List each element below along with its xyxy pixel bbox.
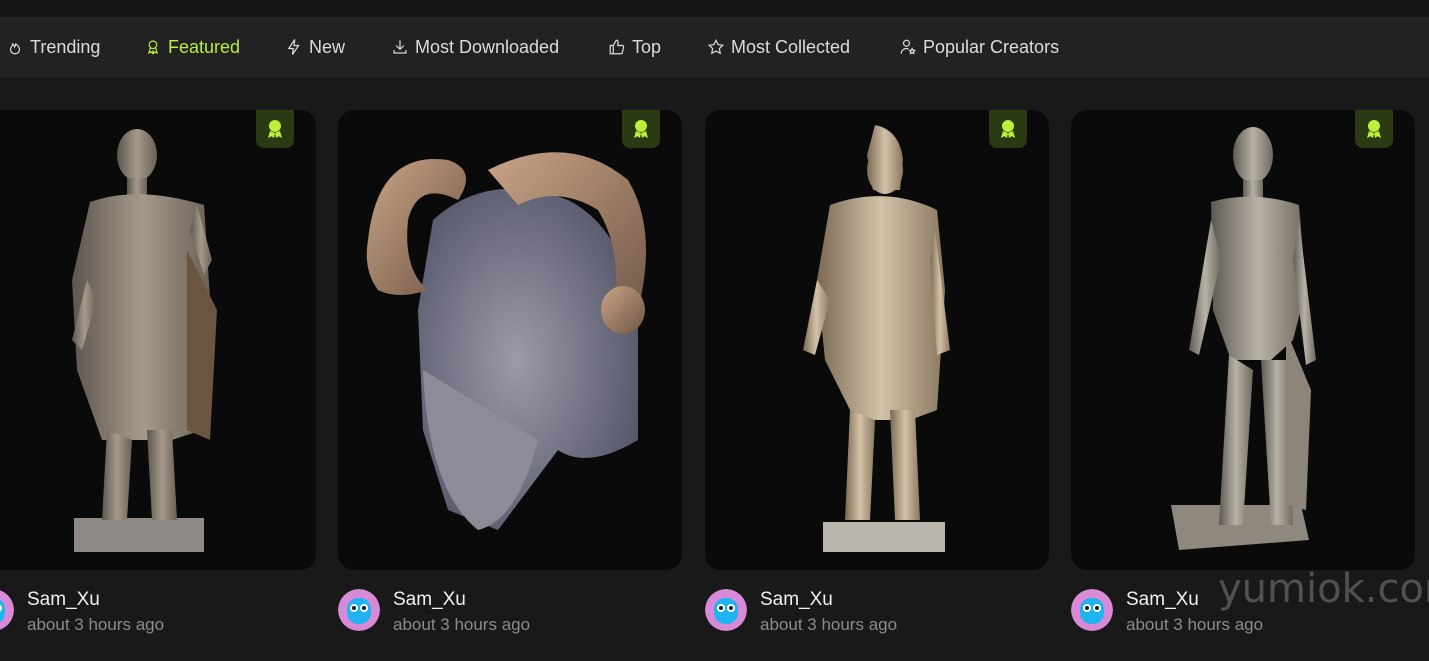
nav-label: Most Collected	[731, 36, 851, 57]
nav-trending[interactable]: Trending	[6, 17, 100, 77]
model-thumbnail	[366, 152, 646, 530]
nav-label: Most Downloaded	[415, 36, 560, 57]
avatar[interactable]	[1071, 589, 1113, 631]
model-card[interactable]	[338, 110, 682, 570]
author-name[interactable]: Sam_Xu	[1126, 589, 1199, 611]
featured-badge-icon	[634, 120, 648, 138]
category-nav: Trending Featured New Most Downloaded To…	[0, 17, 1429, 77]
featured-badge-icon	[268, 120, 282, 138]
author-name[interactable]: Sam_Xu	[760, 589, 833, 611]
author-name[interactable]: Sam_Xu	[27, 589, 100, 611]
model-card[interactable]	[705, 110, 1049, 570]
nav-label: Popular Creators	[923, 36, 1060, 57]
post-time: about 3 hours ago	[1126, 615, 1264, 634]
nav-new[interactable]: New	[285, 17, 345, 77]
nav-popular-creators[interactable]: Popular Creators	[899, 17, 1059, 77]
featured-badge	[1355, 110, 1393, 148]
model-card[interactable]	[1071, 110, 1415, 570]
avatar[interactable]	[0, 589, 14, 631]
nav-top[interactable]: Top	[608, 17, 661, 77]
watermark: yumiok.com	[1218, 566, 1429, 612]
model-card[interactable]	[0, 110, 316, 570]
nav-most-downloaded[interactable]: Most Downloaded	[391, 17, 559, 77]
award-icon	[147, 40, 159, 55]
featured-badge	[989, 110, 1027, 148]
robot-avatar-icon	[705, 589, 747, 631]
author-row[interactable]: Sam_Xu about 3 hours ago	[705, 588, 1005, 638]
nav-featured[interactable]: Featured	[144, 17, 240, 77]
nav-label: Top	[632, 36, 662, 57]
featured-badge	[622, 110, 660, 148]
featured-badge-icon	[1001, 120, 1015, 138]
flame-icon	[9, 42, 21, 55]
model-thumbnail	[1171, 127, 1316, 550]
model-thumbnail	[72, 129, 217, 552]
avatar[interactable]	[705, 589, 747, 631]
nav-label: New	[309, 36, 346, 57]
lightning-icon	[287, 39, 300, 55]
nav-label: Trending	[30, 36, 101, 57]
model-thumbnail	[803, 125, 950, 552]
author-row[interactable]: Sam_Xu about 3 hours ago	[338, 588, 638, 638]
user-star-icon	[900, 39, 916, 55]
robot-avatar-icon	[0, 590, 14, 630]
author-row[interactable]: Sam_Xu about 3 hours ago	[0, 588, 272, 638]
author-name[interactable]: Sam_Xu	[393, 589, 466, 611]
robot-avatar-icon	[338, 589, 380, 631]
featured-badge-icon	[1367, 120, 1381, 138]
star-icon	[707, 38, 725, 55]
avatar[interactable]	[338, 589, 380, 631]
featured-badge	[256, 110, 294, 148]
thumbs-up-icon	[609, 39, 625, 55]
post-time: about 3 hours ago	[760, 615, 898, 634]
nav-label: Featured	[168, 36, 241, 57]
top-strip	[0, 0, 1429, 16]
robot-avatar-icon	[1071, 589, 1113, 631]
nav-most-collected[interactable]: Most Collected	[707, 17, 850, 77]
download-icon	[393, 40, 407, 54]
post-time: about 3 hours ago	[393, 615, 531, 634]
post-time: about 3 hours ago	[27, 615, 165, 634]
